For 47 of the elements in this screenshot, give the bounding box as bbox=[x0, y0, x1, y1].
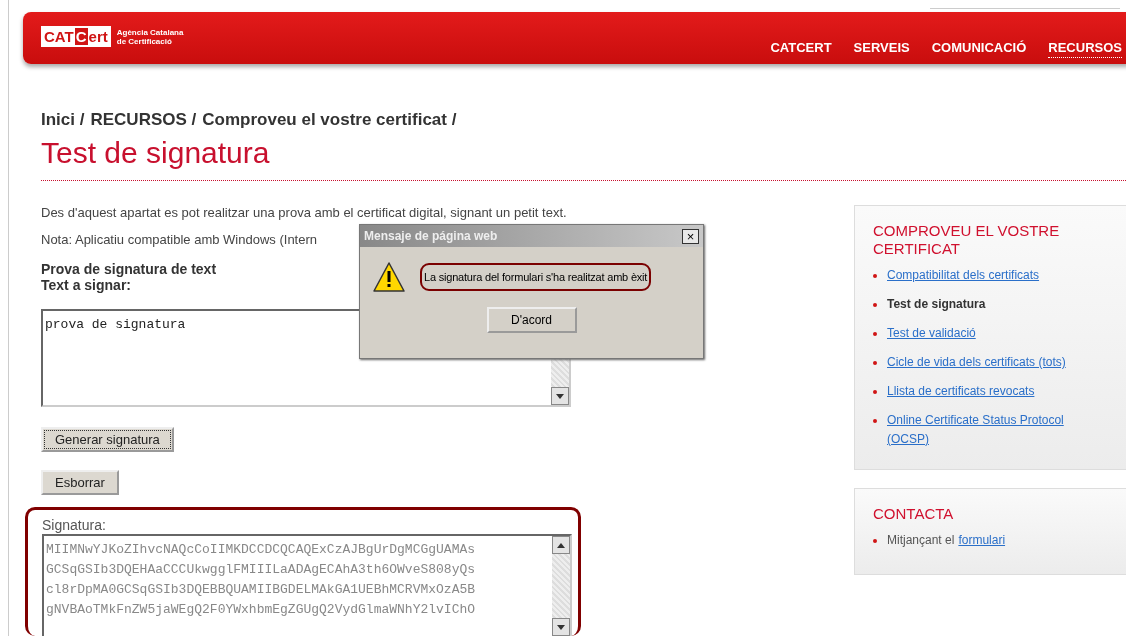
bullet-icon bbox=[873, 539, 877, 543]
contact-text: Mitjançant el bbox=[887, 532, 955, 549]
field-label: Signatura: bbox=[42, 517, 106, 533]
ok-button[interactable]: D'acord bbox=[486, 307, 577, 333]
sidebar-link[interactable]: Compatibilitat dels certificats bbox=[887, 266, 1077, 285]
page-title: Test de signatura bbox=[41, 136, 271, 170]
form-link[interactable]: formulari bbox=[958, 531, 1006, 550]
nav-link[interactable]: CATCERT bbox=[770, 40, 832, 58]
close-button[interactable]: × bbox=[682, 228, 699, 244]
nav-link[interactable]: RECURSOS bbox=[1048, 40, 1122, 58]
sidebar-link[interactable]: Test de signatura bbox=[887, 295, 986, 314]
bullet-icon bbox=[873, 361, 877, 365]
bullet-icon bbox=[873, 390, 877, 394]
sidebar-link[interactable]: Test de validació bbox=[887, 324, 1077, 343]
scrollbar[interactable] bbox=[552, 536, 570, 636]
dialog-message: La signatura del formulari s'ha realitzat amb èxit bbox=[420, 263, 652, 291]
breadcrumb-link[interactable]: RECURSOS / bbox=[90, 110, 197, 130]
form-heading: Prova de signatura de text bbox=[41, 261, 217, 277]
nav-link[interactable]: COMUNICACIÓ bbox=[931, 40, 1027, 58]
nav-link[interactable]: SERVEIS bbox=[853, 40, 910, 58]
field-label: Text a signar: bbox=[41, 277, 131, 293]
scroll-up-button[interactable] bbox=[552, 536, 570, 554]
sidebar-link[interactable]: Llista de certificats revocats bbox=[887, 382, 1077, 401]
scroll-down-button[interactable] bbox=[552, 618, 570, 636]
down-arrow-icon bbox=[557, 624, 565, 630]
bullet-icon bbox=[873, 419, 877, 423]
dialog-title: Mensaje de página web bbox=[364, 229, 498, 243]
down-arrow-icon bbox=[556, 393, 564, 399]
up-arrow-icon bbox=[557, 542, 565, 548]
intro-text: Nota: Aplicatiu compatible amb Windows (Intern bbox=[41, 232, 317, 247]
bullet-icon bbox=[873, 332, 877, 336]
warning-icon bbox=[372, 261, 406, 293]
breadcrumb-link[interactable]: Comproveu el vostre certificat / bbox=[202, 110, 457, 130]
sidebar-link[interactable]: Cicle de vida dels certificats (tots) bbox=[887, 353, 1077, 372]
bullet-icon bbox=[873, 303, 877, 307]
bullet-icon bbox=[873, 274, 877, 278]
signature-output-field[interactable]: MIIMNwYJKoZIhvcNAQcCoIIMKDCCDCQCAQExCzAJBgUrDgMCGgUAMAs GCSqGSIb3DQEHAaCCCUkwgglFMIIILaADAgECAhA3th6OWveS808yQs cl8rDpMA0GCSqGSIb3DQEBBQUAMIIBGDELMAkGA1UEBhMCRVMxOzA5B gNVBAoTMkFnZW5jaWEgQ2F0YWxhbmEgZGUgQ2VydGlmaWNhY2lvIChO bbox=[42, 534, 572, 636]
panel-title: COMPROVEU EL VOSTRE CERTIFICAT bbox=[873, 222, 1061, 258]
sidebar-link[interactable]: Online Certificate Status Protocol (OCSP) bbox=[887, 411, 1077, 449]
intro-text: Des d'aquest apartat es pot realitzar una prova amb el certificat digital, signant un petit text. bbox=[41, 205, 567, 220]
logo: CATCert bbox=[41, 26, 111, 47]
generate-signature-button[interactable]: Generar signatura bbox=[41, 427, 174, 452]
scroll-down-button[interactable] bbox=[551, 387, 569, 405]
panel-title: CONTACTA bbox=[873, 505, 955, 523]
breadcrumb-link[interactable]: Inici / bbox=[41, 110, 85, 130]
clear-button[interactable]: Esborrar bbox=[41, 470, 119, 495]
logo-tagline: Agència Catalana de Certificació bbox=[116, 27, 184, 46]
